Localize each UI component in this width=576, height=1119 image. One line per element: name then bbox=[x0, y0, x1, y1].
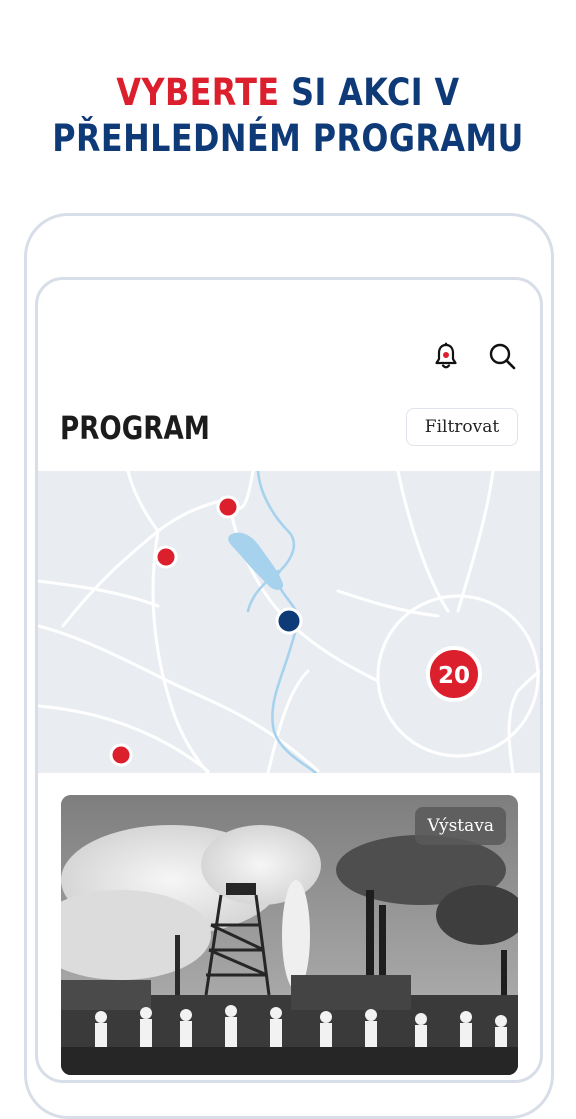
filter-button[interactable]: Filtrovat bbox=[406, 408, 518, 446]
headline-accent: VYBERTE bbox=[116, 71, 280, 114]
cluster-count: 20 bbox=[438, 663, 470, 689]
promo-headline: VYBERTE SI AKCI V PŘEHLEDNÉM PROGRAMU bbox=[40, 70, 535, 162]
event-marker[interactable] bbox=[154, 545, 178, 569]
page-title: PROGRAM bbox=[60, 409, 210, 447]
event-card[interactable]: Výstava bbox=[61, 795, 518, 1075]
headline-line1: SI AKCI V bbox=[279, 71, 460, 114]
map-canvas[interactable]: 20 bbox=[38, 471, 540, 773]
headline-line2: PŘEHLEDNÉM PROGRAMU bbox=[52, 117, 524, 160]
search-icon bbox=[489, 343, 516, 370]
top-bar bbox=[38, 338, 540, 378]
current-location-marker bbox=[275, 607, 303, 635]
event-marker[interactable] bbox=[216, 495, 240, 519]
app-screen: PROGRAM Filtrovat 20 Výstava bbox=[35, 277, 543, 1083]
notifications-button[interactable] bbox=[428, 338, 464, 374]
bell-icon bbox=[435, 342, 457, 369]
search-button[interactable] bbox=[484, 338, 520, 374]
event-marker[interactable] bbox=[109, 743, 133, 767]
event-map[interactable]: 20 bbox=[38, 471, 540, 773]
title-row: PROGRAM Filtrovat bbox=[38, 405, 540, 451]
category-tag: Výstava bbox=[415, 807, 506, 845]
